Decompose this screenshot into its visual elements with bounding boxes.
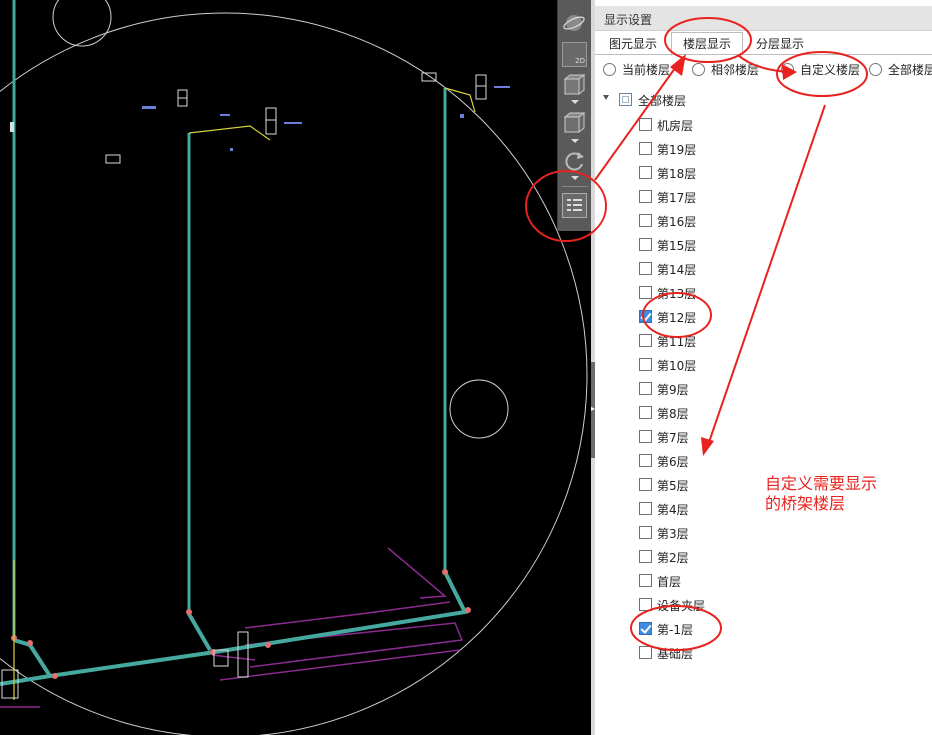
radio-label: 当前楼层 xyxy=(622,63,671,77)
floor-label: 第16层 xyxy=(657,215,697,229)
floor-label: 第4层 xyxy=(657,503,689,517)
radio-circle xyxy=(603,63,616,76)
floor-checkbox[interactable] xyxy=(639,598,652,611)
floor-label: 第19层 xyxy=(657,143,697,157)
cable-tray-run xyxy=(0,571,469,686)
toolbar-divider xyxy=(562,186,588,187)
radio-label: 全部楼层 xyxy=(888,63,932,77)
view-3d-box-icon[interactable] xyxy=(562,72,587,97)
panel-header: 显示设置 xyxy=(595,6,932,31)
annotation-line-2: 的桥架楼层 xyxy=(765,494,846,513)
floor-checkbox[interactable] xyxy=(639,310,652,323)
riser-marker xyxy=(10,122,14,132)
radio-label: 自定义楼层 xyxy=(800,63,861,77)
radio-circle xyxy=(781,63,794,76)
floor-checkbox[interactable] xyxy=(639,190,652,203)
tree-root-checkbox[interactable] xyxy=(619,93,632,106)
floor-checkbox[interactable] xyxy=(639,214,652,227)
floor-label: 设备夹层 xyxy=(657,599,706,613)
view-2d-icon[interactable]: 2D xyxy=(562,42,587,67)
view-2d-label: 2D xyxy=(575,57,585,65)
cad-scene xyxy=(0,0,588,735)
floor-checkbox[interactable] xyxy=(639,286,652,299)
floor-checkbox[interactable] xyxy=(639,550,652,563)
floor-checkbox[interactable] xyxy=(639,406,652,419)
tree-root-label: 全部楼层 xyxy=(638,94,687,108)
floor-label: 机房层 xyxy=(657,119,694,133)
floor-label: 第3层 xyxy=(657,527,689,541)
floor-checkbox[interactable] xyxy=(639,334,652,347)
tree-expand-icon[interactable] xyxy=(603,95,609,100)
floor-outline xyxy=(0,547,464,708)
tab-underline xyxy=(595,54,932,55)
radio-label: 相邻楼层 xyxy=(711,63,760,77)
floor-checkbox[interactable] xyxy=(639,358,652,371)
tab-layer-display[interactable]: 分层显示 xyxy=(747,33,813,55)
radio-circle xyxy=(692,63,705,76)
tab-floor-display[interactable]: 楼层显示 xyxy=(671,32,743,56)
floor-label: 第13层 xyxy=(657,287,697,301)
floor-label: 首层 xyxy=(657,575,682,589)
display-settings-panel: 显示设置 图元显示 楼层显示 分层显示 当前楼层 相邻楼层 自定义楼层 全部楼层… xyxy=(595,0,932,735)
floor-checkbox[interactable] xyxy=(639,526,652,539)
view-3d-dropdown-icon[interactable] xyxy=(571,100,579,104)
floor-label: 第11层 xyxy=(657,335,697,349)
cad-symbols xyxy=(1,72,487,699)
annotation-note: 自定义需要显示 的桥架楼层 xyxy=(765,474,915,514)
floor-label: 第12层 xyxy=(657,311,697,325)
radio-circle xyxy=(869,63,882,76)
view-box-dropdown-icon[interactable] xyxy=(571,139,579,143)
floor-checkbox[interactable] xyxy=(639,502,652,515)
floor-label: 第15层 xyxy=(657,239,697,253)
floor-checkbox[interactable] xyxy=(639,262,652,275)
tab-element-display[interactable]: 图元显示 xyxy=(603,33,663,55)
floor-checkbox[interactable] xyxy=(639,382,652,395)
floor-label: 第8层 xyxy=(657,407,689,421)
floor-checkbox[interactable] xyxy=(639,238,652,251)
floor-label: 第6层 xyxy=(657,455,689,469)
floor-checkbox[interactable] xyxy=(639,454,652,467)
floor-label: 第9层 xyxy=(657,383,689,397)
floor-label: 第17层 xyxy=(657,191,697,205)
rotate-icon[interactable] xyxy=(562,148,587,173)
floor-label: 基础层 xyxy=(657,647,694,661)
floor-checkbox[interactable] xyxy=(639,430,652,443)
floor-checkbox[interactable] xyxy=(639,118,652,131)
floor-checkbox[interactable] xyxy=(639,142,652,155)
small-circle-top xyxy=(52,0,112,47)
floor-checkbox[interactable] xyxy=(639,646,652,659)
floor-checkbox[interactable] xyxy=(639,478,652,491)
view-toolbar: 2D xyxy=(557,0,593,231)
small-circle-right xyxy=(449,379,509,439)
floor-label: 第5层 xyxy=(657,479,689,493)
floor-label: 第2层 xyxy=(657,551,689,565)
floor-display-icon[interactable] xyxy=(562,193,587,218)
floor-label: 第14层 xyxy=(657,263,697,277)
floor-checkbox[interactable] xyxy=(639,166,652,179)
floor-label: 第-1层 xyxy=(657,623,693,637)
view-circle xyxy=(0,12,588,735)
orbit-icon[interactable] xyxy=(562,10,587,35)
floor-checkbox[interactable] xyxy=(639,622,652,635)
floor-checkbox[interactable] xyxy=(639,574,652,587)
rotate-dropdown-icon[interactable] xyxy=(571,176,579,180)
panel-title: 显示设置 xyxy=(604,13,653,27)
cad-viewport[interactable] xyxy=(0,0,592,735)
cable-tray-risers xyxy=(12,0,447,640)
floor-label: 第18层 xyxy=(657,167,697,181)
floor-label: 第7层 xyxy=(657,431,689,445)
view-box-icon[interactable] xyxy=(562,110,587,135)
floor-label: 第10层 xyxy=(657,359,697,373)
annotation-line-1: 自定义需要显示 xyxy=(765,474,878,493)
